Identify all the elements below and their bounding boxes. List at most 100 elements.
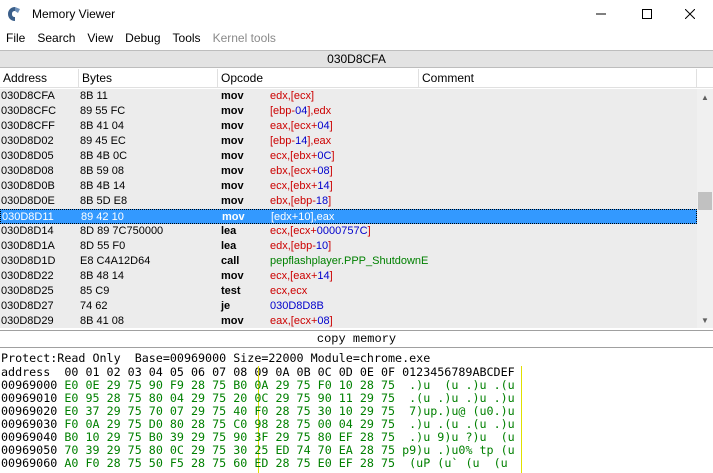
disasm-operands: ecx,[ebx+0C] (270, 150, 335, 162)
menu-search[interactable]: Search (31, 28, 81, 48)
hex-row-bytes: E0 95 28 75 80 04 29 75 20 0C 29 75 90 1… (64, 391, 403, 405)
scroll-up-icon[interactable]: ▲ (697, 89, 713, 105)
disasm-opcode: call (221, 255, 240, 267)
disasm-bytes: 89 55 FC (80, 105, 126, 117)
hex-row-address: 00969030 (1, 417, 65, 431)
disasm-operands: [ebp-04],edx (270, 105, 332, 117)
disasm-row[interactable]: 030D8D1A 8D 55 F0 lea edx,[ebp-10] (0, 239, 697, 254)
disasm-operands: edx,[ecx] (270, 90, 315, 102)
disasm-bytes: 8B 41 08 (80, 315, 125, 327)
disasm-opcode: mov (221, 180, 244, 192)
hex-row-address: 00969060 (1, 456, 65, 470)
menu-kernel-tools[interactable]: Kernel tools (207, 28, 282, 48)
hex-row-bytes: B0 10 29 75 B0 39 29 75 90 3F 29 75 80 E… (64, 430, 403, 444)
disasm-address: 030D8D08 (1, 165, 54, 177)
hex-row-address: 00969000 (1, 378, 65, 392)
disasm-address: 030D8D27 (1, 300, 54, 312)
maximize-button[interactable] (624, 0, 670, 28)
scroll-down-icon[interactable]: ▼ (697, 312, 713, 328)
disasm-row[interactable]: 030D8D05 8B 4B 0C mov ecx,[ebx+0C] (0, 149, 697, 164)
disasm-row[interactable]: 030D8D29 8B 41 08 mov eax,[ecx+08] (0, 314, 697, 328)
disasm-row[interactable]: 030D8CFC 89 55 FC mov [ebp-04],edx (0, 104, 697, 119)
menu-file[interactable]: File (0, 28, 31, 48)
disasm-operands: eax,[ecx+04] (270, 120, 333, 132)
disasm-bytes: 8D 55 F0 (80, 240, 126, 252)
disasm-row[interactable]: 030D8D1D E8 C4A12D64 call pepflashplayer.PP… (0, 254, 697, 269)
disasm-row[interactable]: 030D8D08 8B 59 08 mov ebx,[ecx+08] (0, 164, 697, 179)
menu-view[interactable]: View (81, 28, 119, 48)
ascii-column-marker (521, 366, 522, 473)
hex-row-bytes: F0 0A 29 75 D0 80 28 75 C0 98 28 75 00 0… (64, 417, 403, 431)
column-address[interactable]: Address (0, 69, 79, 88)
close-button[interactable] (667, 0, 713, 28)
hex-row-address: 00969010 (1, 391, 65, 405)
disasm-operands: ebx,[ebp-18] (270, 195, 332, 207)
disasm-address: 030D8D11 (2, 211, 54, 223)
disasm-bytes: 85 C9 (80, 285, 110, 297)
disasm-row[interactable]: 030D8D02 89 45 EC mov [ebp-14],eax (0, 134, 697, 149)
hex-row-ascii: 7)up.)u@ (u0.)u (402, 404, 515, 418)
disasm-bytes: 8B 48 14 (80, 270, 125, 282)
disasm-operands: [ebp-14],eax (270, 135, 332, 147)
disasm-address: 030D8D1D (1, 255, 56, 267)
disasm-address: 030D8D25 (1, 285, 54, 297)
current-address-bar[interactable]: 030D8CFA (0, 50, 713, 68)
menu-debug[interactable]: Debug (119, 28, 166, 48)
hex-row-ascii: .)u .(u .(u .)u (402, 417, 515, 431)
disasm-operands: eax,[ecx+08] (270, 315, 333, 327)
disasm-address: 030D8D29 (1, 315, 54, 327)
disasm-address: 030D8CFA (1, 90, 55, 102)
disasm-address: 030D8CFF (1, 120, 55, 132)
disasm-operands: ecx,[ecx+0000757C] (270, 225, 371, 237)
hex-row[interactable]: 00969060 A0 F0 28 75 50 F5 28 75 60 ED 2… (1, 457, 508, 470)
disasm-row-selected[interactable]: 030D8D11 89 42 10 mov [edx+10],eax (0, 209, 697, 224)
disasm-opcode: mov (221, 165, 244, 177)
disasm-row[interactable]: 030D8CFA 8B 11 mov edx,[ecx] (0, 89, 697, 104)
disassembly-header: Address Bytes Opcode Comment (0, 69, 713, 88)
hex-row-bytes: 70 39 29 75 80 0C 29 75 30 25 ED 74 70 E… (64, 443, 403, 457)
disasm-opcode: je (221, 300, 231, 312)
disasm-operands: ecx,[ebx+14] (270, 180, 333, 192)
disasm-opcode: lea (221, 240, 237, 252)
disasm-opcode: lea (221, 225, 237, 237)
disasm-row[interactable]: 030D8D27 74 62 je 030D8D8B (0, 299, 697, 314)
disasm-address: 030D8D1A (1, 240, 55, 252)
hex-row-address: 00969020 (1, 404, 65, 418)
disasm-row[interactable]: 030D8D0E 8B 5D E8 mov ebx,[ebp-18] (0, 194, 697, 209)
copy-memory-button[interactable]: copy memory (0, 330, 713, 348)
close-icon (685, 9, 695, 19)
disasm-row[interactable]: 030D8CFF 8B 41 04 mov eax,[ecx+04] (0, 119, 697, 134)
disasm-bytes: 89 42 10 (81, 211, 124, 223)
column-comment[interactable]: Comment (419, 69, 697, 88)
disasm-address: 030D8D05 (1, 150, 54, 162)
disasm-row[interactable]: 030D8D22 8B 48 14 mov ecx,[eax+14] (0, 269, 697, 284)
disasm-address: 030D8D22 (1, 270, 54, 282)
disasm-operands: pepflashplayer.PPP_ShutdownE (270, 255, 429, 267)
minimize-button[interactable] (578, 0, 624, 28)
scrollbar-thumb[interactable] (698, 192, 712, 210)
column-opcode[interactable]: Opcode (218, 69, 419, 88)
disasm-bytes: 8D 89 7C750000 (80, 225, 164, 237)
disasm-bytes: E8 C4A12D64 (80, 255, 151, 267)
minimize-icon (596, 13, 606, 15)
disasm-row[interactable]: 030D8D25 85 C9 test ecx,ecx (0, 284, 697, 299)
hex-view[interactable]: Protect:Read Only Base=00969000 Size=220… (0, 350, 713, 473)
disasm-operands: edx,[ebp-10] (270, 240, 332, 252)
disassembly-scrollbar[interactable]: ▲ ▼ (697, 89, 713, 328)
menu-tools[interactable]: Tools (167, 28, 207, 48)
disasm-opcode: mov (221, 315, 244, 327)
hex-row-bytes: E0 37 29 75 70 07 29 75 40 F0 28 75 30 1… (64, 404, 403, 418)
hex-info-line: Protect:Read Only Base=00969000 Size=220… (1, 351, 431, 365)
disasm-row[interactable]: 030D8D0B 8B 4B 14 mov ecx,[ebx+14] (0, 179, 697, 194)
disasm-bytes: 74 62 (80, 300, 108, 312)
hex-row-ascii: .)u (u .)u .(u (402, 378, 515, 392)
disassembly-view[interactable]: 030D8CFA 8B 11 mov edx,[ecx] 030D8CFC 89 55 F… (0, 89, 697, 328)
disasm-row[interactable]: 030D8D14 8D 89 7C750000 lea ecx,[ecx+000075… (0, 224, 697, 239)
disasm-opcode: mov (221, 150, 244, 162)
column-bytes[interactable]: Bytes (79, 69, 218, 88)
hex-row-ascii: .)u 9)u ?)u (u (402, 430, 515, 444)
disasm-bytes: 8B 5D E8 (80, 195, 128, 207)
disasm-address: 030D8D0B (1, 180, 55, 192)
hex-row-bytes: E0 0E 29 75 90 F9 28 75 B0 0A 29 75 F0 1… (64, 378, 403, 392)
disasm-address: 030D8D0E (1, 195, 55, 207)
